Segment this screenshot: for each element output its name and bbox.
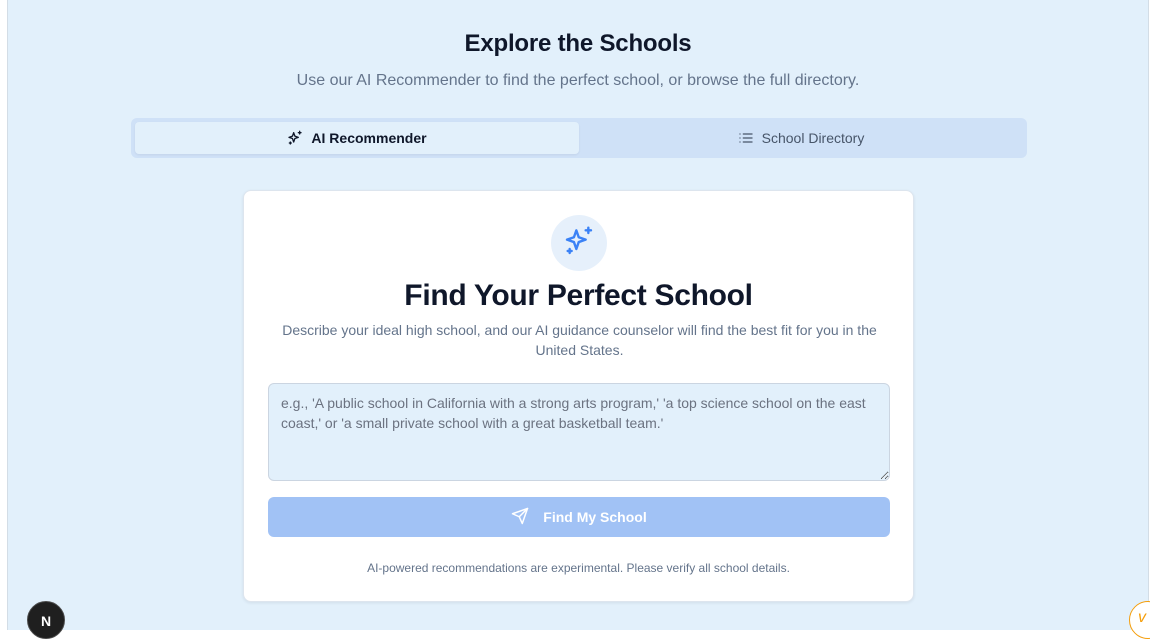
school-description-input[interactable] <box>268 383 890 481</box>
card-icon-badge <box>551 215 607 271</box>
tab-school-directory[interactable]: School Directory <box>579 122 1023 154</box>
nextjs-dev-indicator[interactable]: N <box>27 601 65 639</box>
disclaimer-text: AI-powered recommendations are experimen… <box>367 561 790 575</box>
send-icon <box>511 507 529 528</box>
card-description: Describe your ideal high school, and our… <box>282 322 877 358</box>
next-badge-letter: N <box>40 613 52 629</box>
page-title: Explore the Schools <box>464 30 692 57</box>
tab-label: AI Recommender <box>311 130 427 146</box>
card-title: Find Your Perfect School <box>404 279 753 312</box>
corner-badge-letter: v <box>1138 609 1146 626</box>
tab-label: School Directory <box>761 130 865 146</box>
sparkles-icon <box>563 225 595 262</box>
sparkles-icon <box>287 130 303 146</box>
page-subtitle: Use our AI Recommender to find the perfe… <box>296 72 860 89</box>
recommender-card: Find Your Perfect School Describe your i… <box>243 190 914 602</box>
view-tabs: AI Recommender School Directory <box>131 118 1027 158</box>
list-icon <box>738 130 754 146</box>
find-my-school-button[interactable]: Find My School <box>268 497 890 537</box>
tab-ai-recommender[interactable]: AI Recommender <box>135 122 579 154</box>
page: Explore the Schools Use our AI Recommend… <box>7 0 1149 630</box>
find-button-label: Find My School <box>543 509 647 525</box>
